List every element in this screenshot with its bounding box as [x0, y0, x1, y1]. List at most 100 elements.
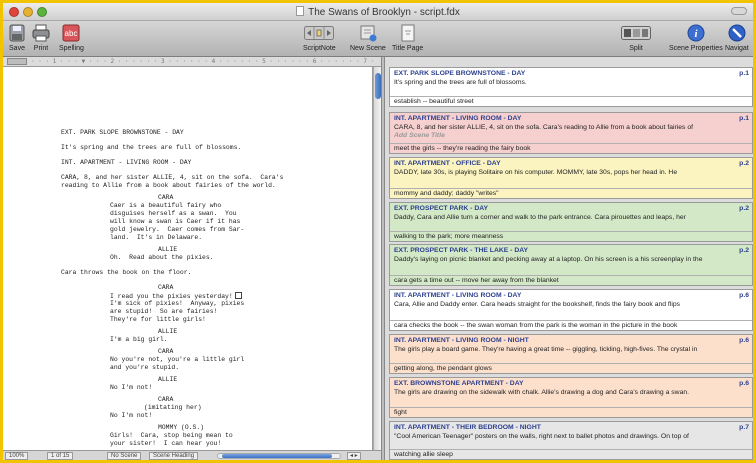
scene-card-action: CARA, 8, and her sister ALLIE, 4, sit on…: [394, 123, 694, 131]
save-button[interactable]: Save: [7, 23, 27, 52]
parenthetical-line[interactable]: (imitating her): [144, 404, 202, 412]
navigator-label: Navigat: [725, 45, 749, 52]
scene-card-heading: EXT. BROWNSTONE APARTMENT - DAY p.6: [394, 380, 749, 387]
new-scene-button[interactable]: New Scene: [350, 23, 386, 52]
action-line[interactable]: It's spring and the trees are full of bl…: [61, 144, 241, 152]
dialogue-line[interactable]: I'm sick of pixies! Anyway, pixies: [110, 300, 244, 308]
scene-heading-line[interactable]: INT. APARTMENT - LIVING ROOM - DAY: [61, 159, 191, 167]
scene-card-summary[interactable]: walking to the park; more meanness: [390, 231, 752, 241]
title-page-label: Title Page: [392, 45, 424, 52]
scene-card-heading: INT. APARTMENT - LIVING ROOM - DAY p.6: [394, 292, 749, 299]
scroll-arrows-icon[interactable]: ◂ ▸: [347, 452, 361, 460]
scene-card[interactable]: EXT. PARK SLOPE BROWNSTONE - DAY p.1 It's …: [389, 67, 753, 107]
scene-heading-line[interactable]: EXT. PARK SLOPE BROWNSTONE - DAY: [61, 129, 184, 137]
spelling-label: Spelling: [59, 45, 84, 52]
scene-card-page: p.6: [739, 380, 749, 387]
dialogue-line[interactable]: will know a swan is Caer if it has: [110, 218, 240, 226]
split-button[interactable]: Split: [621, 23, 651, 52]
dialogue-line[interactable]: Girls! Cara, stop being mean to: [110, 432, 233, 440]
scene-number-field[interactable]: No Scene: [107, 452, 142, 460]
scene-card-action: The girls are drawing on the sidewalk wi…: [394, 388, 690, 396]
save-label: Save: [9, 45, 25, 52]
scene-card-summary[interactable]: fight: [390, 407, 752, 417]
character-line[interactable]: ALLIE: [158, 376, 177, 384]
dialogue-line[interactable]: No you're not, you're a little girl: [110, 356, 244, 364]
dialogue-line[interactable]: are stupid! So are fairies!: [110, 308, 217, 316]
dialogue-line[interactable]: Oh. Read about the pixies.: [110, 254, 214, 262]
scene-card-summary[interactable]: watching allie sleep: [390, 449, 752, 459]
window-title: The Swans of Brooklyn - script.fdx: [308, 7, 460, 18]
scene-properties-button[interactable]: i Scene Properties: [669, 23, 723, 52]
scene-card-heading: INT. APARTMENT - OFFICE - DAY p.2: [394, 160, 749, 167]
scene-card-page: p.1: [739, 115, 749, 122]
title-page-button[interactable]: Title Page: [392, 23, 423, 52]
scene-card[interactable]: EXT. PROSPECT PARK - DAY p.2 Daddy, Cara a…: [389, 202, 753, 242]
element-type-select[interactable]: Scene Heading: [149, 452, 199, 460]
scene-navigator: EXT. PARK SLOPE BROWNSTONE - DAY p.1 It's …: [385, 57, 753, 460]
split-label: Split: [629, 45, 643, 52]
dialogue-line[interactable]: disguises herself as a swan. You: [110, 210, 237, 218]
toolbar-toggle-button[interactable]: [731, 7, 747, 15]
scene-card[interactable]: EXT. BROWNSTONE APARTMENT - DAY p.6 The gi…: [389, 377, 753, 418]
scene-card-heading: EXT. PROSPECT PARK - DAY p.2: [394, 205, 749, 212]
scriptnote-button[interactable]: ScriptNote: [303, 23, 336, 52]
scene-card-heading: INT. APARTMENT - THEIR BEDROOM - NIGHT p.…: [394, 424, 749, 431]
scene-card[interactable]: INT. APARTMENT - LIVING ROOM - DAY p.1 CAR…: [389, 112, 753, 154]
scene-card-action: DADDY, late 30s, is playing Solitaire on…: [394, 168, 678, 176]
ruler: · · · 1 · · · ▼ · · · 2 · · · · · · 3 · …: [3, 57, 381, 67]
dialogue-line[interactable]: They're for little girls!: [110, 316, 206, 324]
script-editor[interactable]: EXT. PARK SLOPE BROWNSTONE - DAY It's spr…: [3, 67, 373, 450]
editor-vertical-scrollbar[interactable]: [373, 67, 381, 450]
character-line[interactable]: ALLIE: [158, 246, 177, 254]
scene-title-placeholder[interactable]: Add Scene Title: [390, 132, 752, 141]
action-line[interactable]: CARA, 8, and her sister ALLIE, 4, sit on…: [61, 174, 283, 182]
dialogue-line[interactable]: and you're stupid.: [110, 364, 179, 372]
dialogue-line[interactable]: No I'm not!: [110, 384, 152, 392]
character-line[interactable]: ALLIE: [158, 328, 177, 336]
scene-card[interactable]: INT. APARTMENT - OFFICE - DAY p.2 DADDY, l…: [389, 157, 753, 199]
zoom-select[interactable]: 100%: [5, 452, 29, 460]
dialogue-line[interactable]: Caer is a beautiful fairy who: [110, 202, 221, 210]
print-button[interactable]: Print: [31, 23, 51, 52]
scene-card-heading: INT. APARTMENT - LIVING ROOM - DAY p.1: [394, 115, 749, 122]
dialogue-line[interactable]: I'm a big girl.: [110, 336, 168, 344]
scene-card-summary[interactable]: cara gets a time out -- move her away fr…: [390, 275, 752, 285]
ruler-zoom-control[interactable]: [7, 58, 27, 65]
action-line[interactable]: Cara throws the book on the floor.: [61, 269, 191, 277]
dialogue-line[interactable]: your sister! I can hear you!: [110, 440, 221, 448]
character-line[interactable]: CARA: [158, 284, 173, 292]
scene-card-summary[interactable]: mommy and daddy; daddy "writes": [390, 188, 752, 198]
scene-card-summary[interactable]: establish -- beautiful street: [390, 96, 752, 106]
character-line[interactable]: CARA: [158, 348, 173, 356]
scene-card-page: p.7: [739, 424, 749, 431]
character-line[interactable]: CARA: [158, 396, 173, 404]
scene-properties-label: Scene Properties: [669, 45, 723, 52]
new-scene-icon: [358, 23, 378, 43]
editor-horizontal-scrollbar[interactable]: [217, 453, 341, 459]
scriptnote-marker-icon[interactable]: [234, 292, 242, 299]
character-line[interactable]: CARA: [158, 194, 173, 202]
split-view-icon: [621, 23, 651, 43]
dialogue-line[interactable]: land. It's in Delaware.: [110, 234, 202, 242]
scene-card-summary[interactable]: getting along, the pendant glows: [390, 363, 752, 373]
spelling-button[interactable]: abc Spelling: [59, 23, 84, 52]
dialogue-line[interactable]: gold jewelry. Caer comes from Sar-: [110, 226, 244, 234]
scene-card[interactable]: INT. APARTMENT - THEIR BEDROOM - NIGHT p.…: [389, 421, 753, 460]
document-icon: [296, 6, 305, 16]
scene-card-summary[interactable]: cara checks the book -- the swan woman f…: [390, 320, 752, 330]
editor-horizontal-thumb[interactable]: [222, 454, 332, 458]
scriptnote-nav-icon: [304, 23, 335, 43]
scene-card[interactable]: INT. APARTMENT - LIVING ROOM - DAY p.6 Car…: [389, 289, 753, 331]
character-line[interactable]: MOMMY (O.S.): [158, 424, 204, 432]
navigator-button[interactable]: Navigat: [725, 23, 749, 52]
scene-card-action: The girls play a board game. They're hav…: [394, 345, 698, 353]
scene-card[interactable]: INT. APARTMENT - LIVING ROOM - NIGHT p.6 T…: [389, 334, 753, 374]
scene-card-summary[interactable]: meet the girls -- they're reading the fa…: [390, 143, 752, 153]
action-line[interactable]: reading to Allie from a book about fairi…: [61, 182, 276, 190]
scene-card-heading: EXT. PARK SLOPE BROWNSTONE - DAY p.1: [394, 70, 749, 77]
script-page[interactable]: EXT. PARK SLOPE BROWNSTONE - DAY It's spr…: [61, 67, 361, 450]
scene-card-heading: INT. APARTMENT - LIVING ROOM - NIGHT p.6: [394, 337, 749, 344]
scene-card[interactable]: EXT. PROSPECT PARK - THE LAKE - DAY p.2 Da…: [389, 244, 753, 286]
scene-card-page: p.2: [739, 160, 749, 167]
dialogue-line[interactable]: No I'm not!: [110, 412, 152, 420]
